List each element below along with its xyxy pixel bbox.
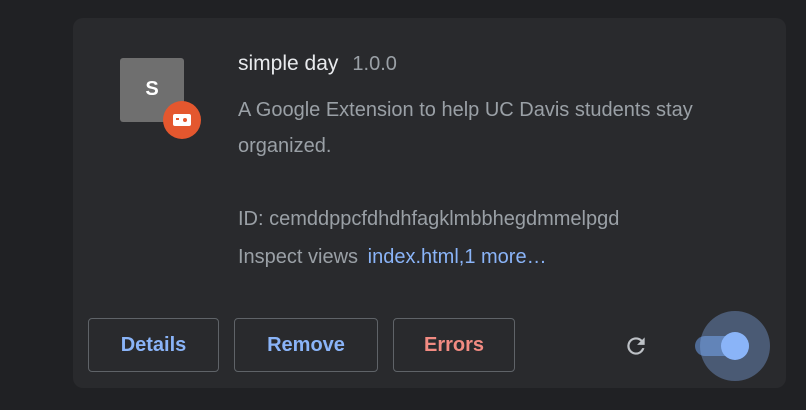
extension-name: simple day: [238, 52, 339, 75]
reload-icon[interactable]: [622, 332, 650, 360]
inspect-views-link[interactable]: index.html,1 more…: [368, 246, 547, 268]
extension-icon-letter: S: [145, 77, 159, 100]
extension-version: 1.0.0: [352, 53, 397, 75]
extension-description: A Google Extension to help UC Davis stud…: [238, 99, 693, 157]
inspect-views: Inspect views index.html,1 more…: [238, 242, 547, 272]
extension-card: S simple day 1.0.0 A Google Extension to…: [73, 18, 786, 388]
toggle-knob[interactable]: [721, 332, 749, 360]
enable-toggle[interactable]: [695, 311, 770, 381]
remove-button[interactable]: Remove: [234, 318, 378, 372]
details-button[interactable]: Details: [88, 318, 219, 372]
errors-button[interactable]: Errors: [393, 318, 515, 372]
extension-title-row: simple day 1.0.0: [238, 52, 397, 76]
unpacked-extension-icon: [163, 101, 201, 139]
inspect-views-label: Inspect views: [238, 246, 359, 268]
extension-id: ID: cemddppcfdhdhfagklmbbhegdmmelpgd: [238, 208, 620, 230]
